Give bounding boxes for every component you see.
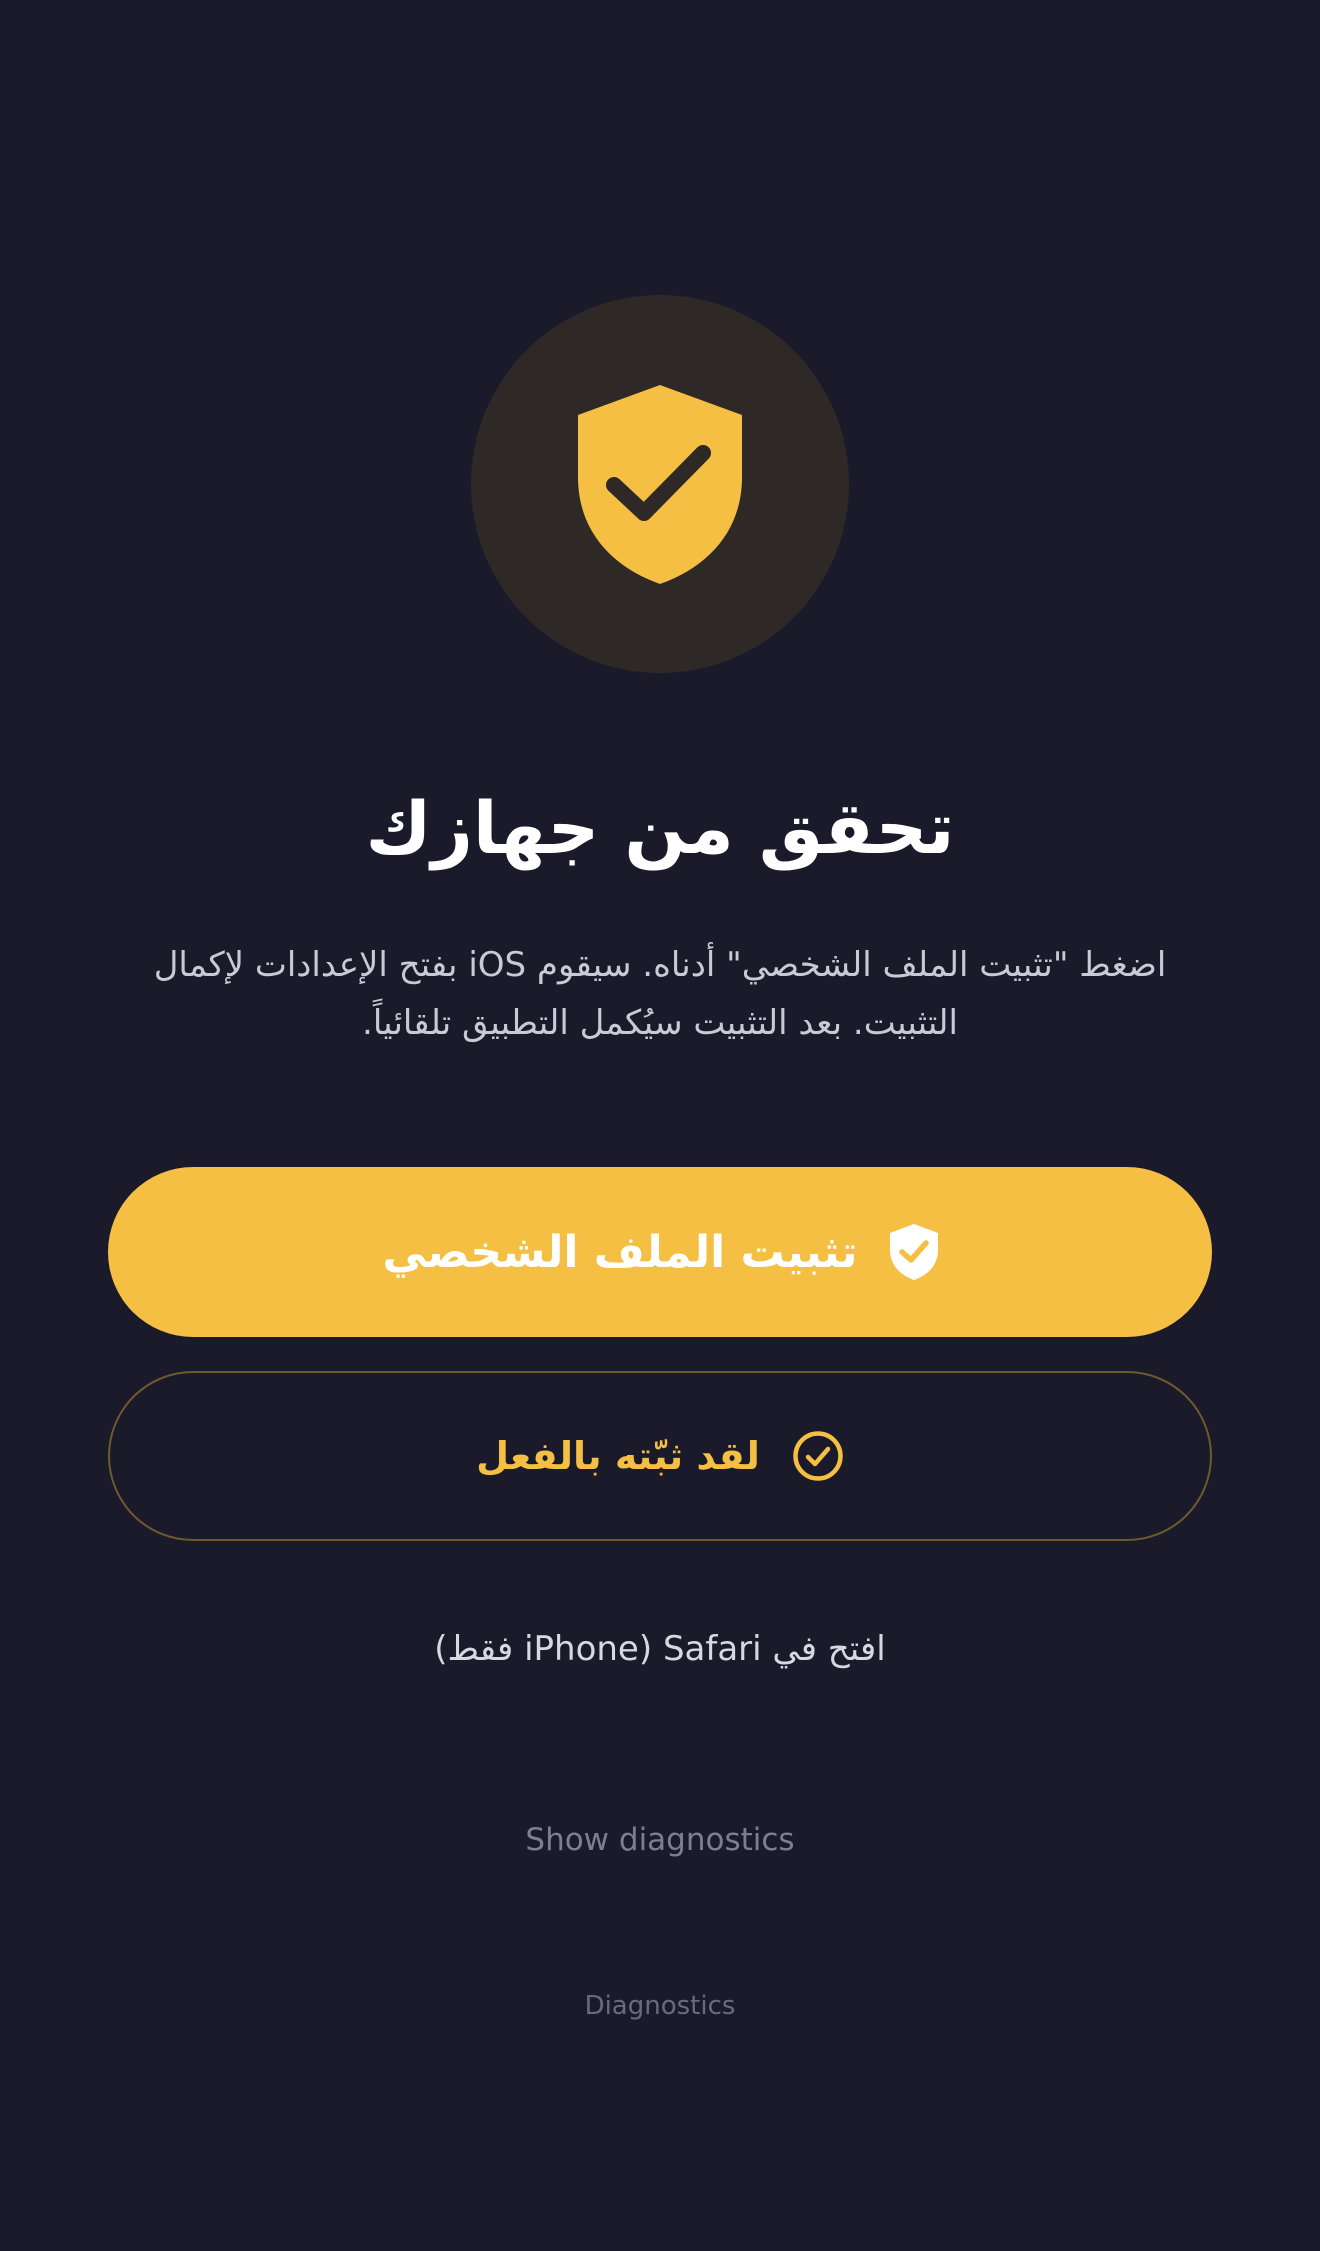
- install-profile-label: تثبيت الملف الشخصي: [382, 1226, 858, 1278]
- install-profile-button[interactable]: تثبيت الملف الشخصي: [108, 1167, 1212, 1337]
- page-title: تحقق من جهازك: [365, 786, 955, 870]
- show-diagnostics-link[interactable]: Show diagnostics: [460, 1818, 860, 1862]
- check-circle-icon: [793, 1431, 843, 1481]
- instructions-text: اضغط "تثبيت الملف الشخصي" أدناه. سيقوم i…: [153, 945, 1167, 1043]
- already-installed-button[interactable]: لقد ثبّته بالفعل: [108, 1371, 1212, 1541]
- open-in-safari-hint: افتح في Safari (iPhone فقط): [434, 1629, 886, 1669]
- shield-check-icon: [889, 1224, 938, 1280]
- already-installed-label: لقد ثبّته بالفعل: [476, 1434, 760, 1478]
- shield-check-icon: [578, 385, 742, 584]
- diagnostics-footer-label: Diagnostics: [584, 1991, 736, 2021]
